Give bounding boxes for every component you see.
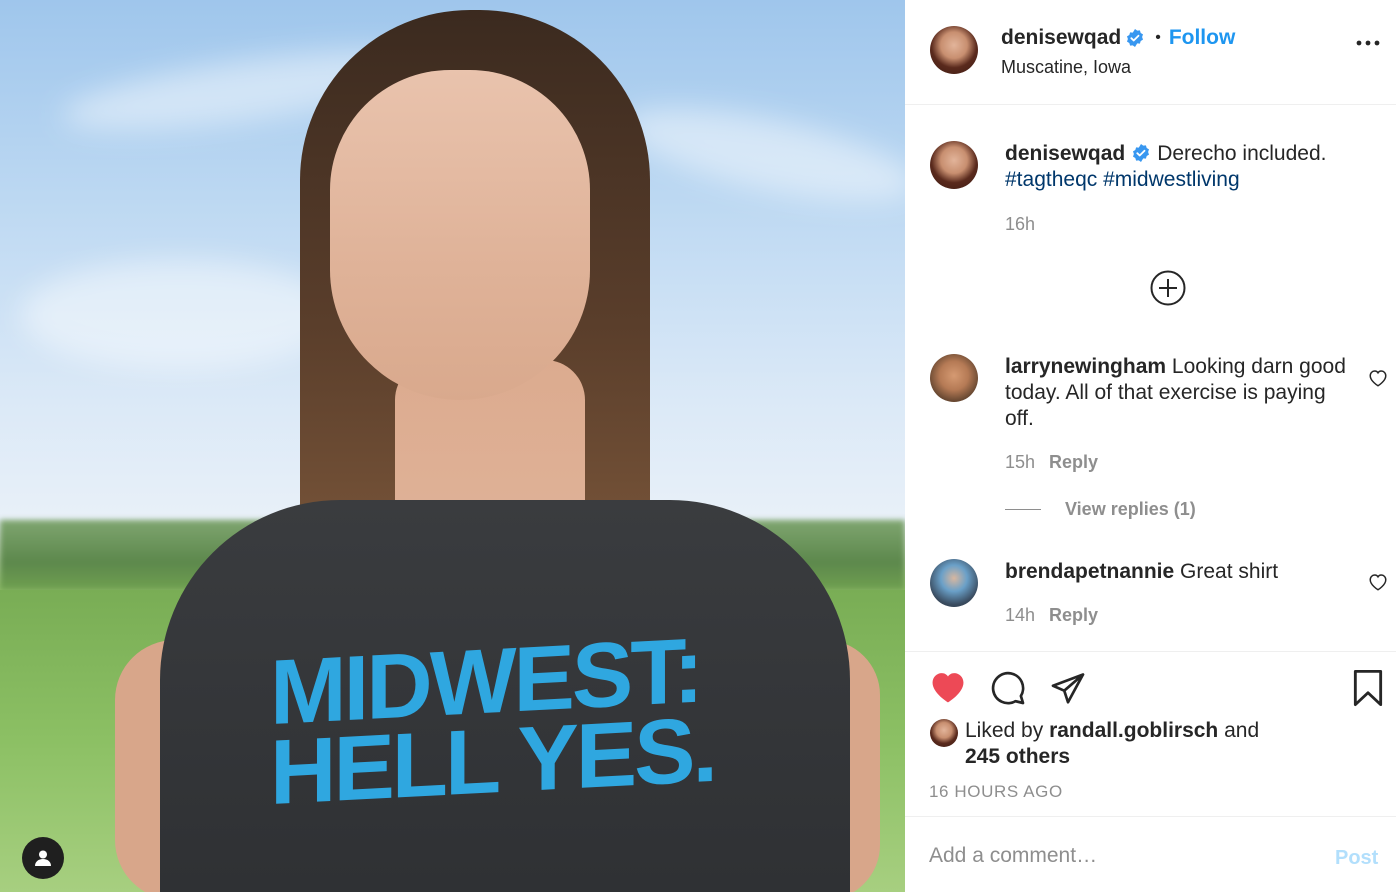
likes-summary: Liked by randall.goblirsch and 245 other… — [965, 718, 1259, 770]
sky-cloud — [20, 260, 340, 370]
comment-body: Great shirt — [1180, 560, 1279, 583]
verified-badge-icon — [1127, 29, 1144, 47]
heart-icon[interactable] — [929, 670, 967, 704]
shirt-text: MIDWEST: HELL YES. — [270, 619, 716, 825]
bookmark-icon[interactable] — [1351, 669, 1385, 707]
view-replies-line — [1005, 509, 1041, 510]
post-photo[interactable]: MIDWEST: HELL YES. — [0, 0, 905, 892]
comment-meta: 14h Reply — [1005, 605, 1098, 626]
caption-avatar[interactable] — [930, 141, 978, 189]
liker-avatar[interactable] — [930, 719, 958, 747]
view-replies-label: View replies (1) — [1065, 499, 1196, 519]
header-username[interactable]: denisewqad — [1001, 26, 1121, 50]
comment-text: brendapetnannie Great shirt — [1005, 559, 1355, 585]
caption-username[interactable]: denisewqad — [1005, 142, 1125, 165]
comments-list[interactable]: denisewqad Derecho included. #tagtheqc #… — [905, 106, 1396, 650]
comment-meta: 15h Reply — [1005, 452, 1098, 473]
comment-time[interactable]: 14h — [1005, 605, 1035, 625]
post-header: denisewqad • Follow Muscatine, Iowa — [905, 0, 1396, 105]
comment-icon[interactable] — [989, 670, 1027, 706]
sky-cloud — [616, 89, 905, 221]
comment-input[interactable] — [929, 839, 1309, 873]
avatar[interactable] — [930, 26, 978, 74]
follow-button[interactable]: Follow — [1169, 26, 1236, 50]
commenter-avatar[interactable] — [930, 559, 978, 607]
likes-prefix: Liked by — [965, 719, 1044, 742]
header-user: denisewqad • Follow — [1001, 26, 1235, 50]
tag-user-button[interactable] — [22, 837, 64, 879]
commenter-avatar[interactable] — [930, 354, 978, 402]
caption-text: denisewqad Derecho included. #tagtheqc #… — [1005, 141, 1375, 193]
tag-user-icon — [35, 850, 51, 866]
comment-username[interactable]: brendapetnannie — [1005, 560, 1174, 583]
post-panel: denisewqad • Follow Muscatine, Iowa deni… — [905, 0, 1396, 892]
post-button[interactable]: Post — [1335, 847, 1378, 870]
load-more-icon[interactable] — [1149, 269, 1187, 307]
comment-like-icon[interactable] — [1368, 369, 1388, 387]
post-time-ago[interactable]: 16 HOURS AGO — [929, 782, 1063, 802]
comment-username[interactable]: larrynewingham — [1005, 355, 1166, 378]
verified-badge-icon — [1133, 144, 1150, 162]
reply-button[interactable]: Reply — [1049, 605, 1098, 625]
comment-like-icon[interactable] — [1368, 573, 1388, 591]
reply-button[interactable]: Reply — [1049, 452, 1098, 472]
caption-time[interactable]: 16h — [1005, 214, 1035, 235]
caption-body: Derecho included. — [1157, 142, 1327, 165]
share-icon[interactable] — [1049, 670, 1087, 706]
likes-conj: and — [1224, 719, 1260, 742]
more-options-icon[interactable] — [1356, 40, 1380, 46]
comment-time[interactable]: 15h — [1005, 452, 1035, 472]
add-comment-bar: Post — [905, 816, 1396, 892]
comment-text: larrynewingham Looking darn good today. … — [1005, 354, 1355, 432]
separator-dot: • — [1155, 29, 1161, 46]
likes-count[interactable]: 245 others — [965, 745, 1070, 768]
view-replies-button[interactable]: View replies (1) — [1005, 499, 1196, 520]
hashtag-link[interactable]: #tagtheqc — [1005, 168, 1097, 191]
action-bar: Liked by randall.goblirsch and 245 other… — [905, 651, 1396, 816]
hashtag-link[interactable]: #midwestliving — [1103, 168, 1240, 191]
location-link[interactable]: Muscatine, Iowa — [1001, 57, 1131, 78]
face — [330, 70, 590, 400]
liker-username[interactable]: randall.goblirsch — [1049, 719, 1218, 742]
